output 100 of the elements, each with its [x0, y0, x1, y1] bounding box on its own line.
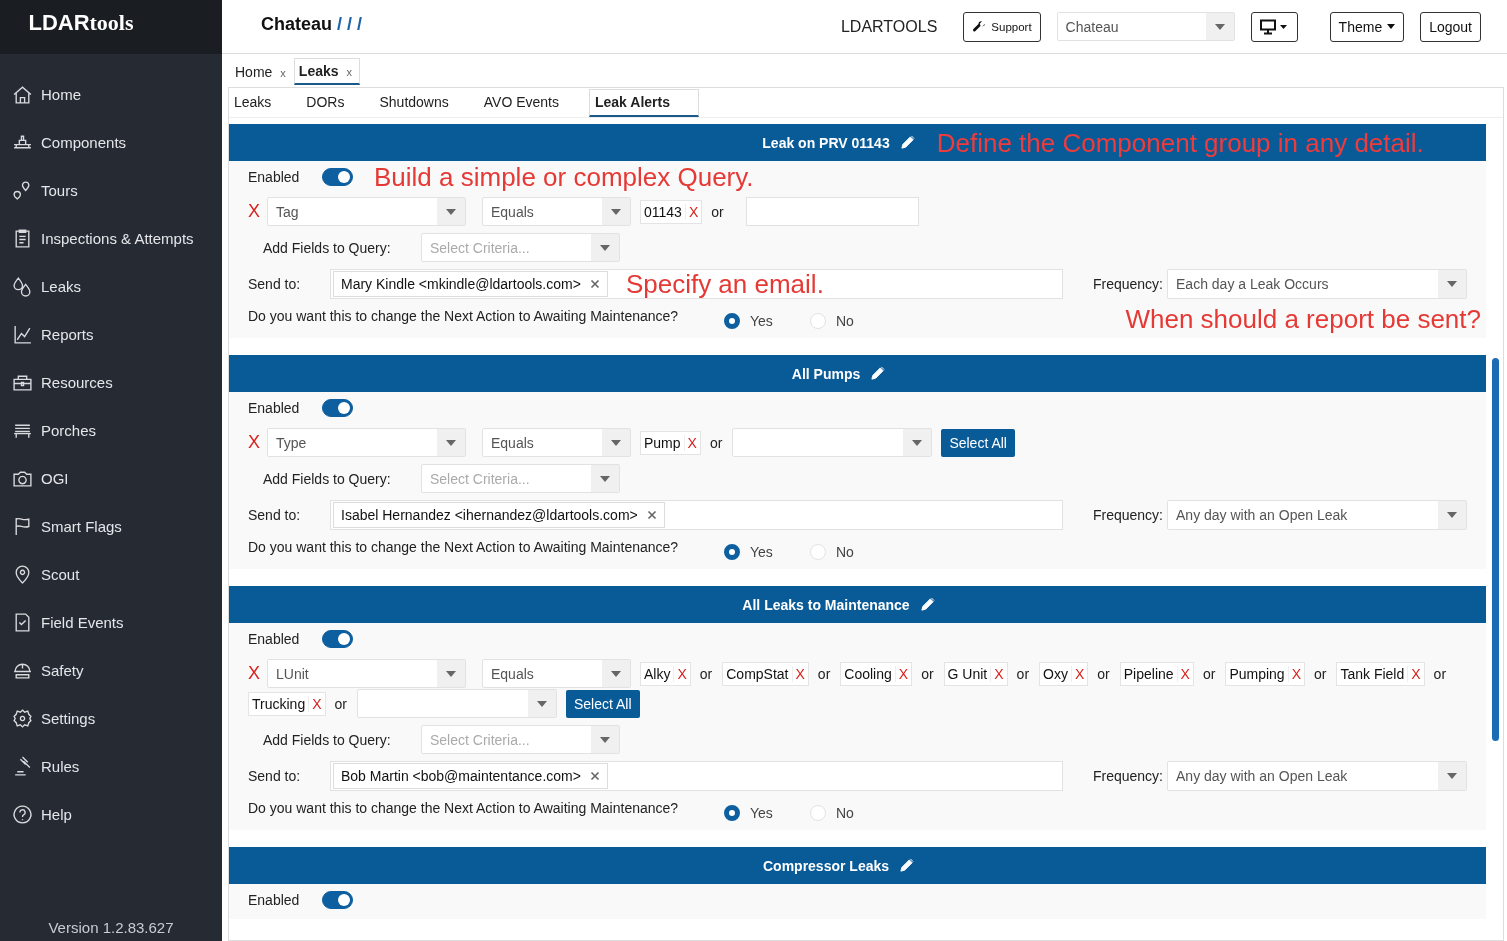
close-icon[interactable]: [646, 510, 657, 520]
section-tab[interactable]: DORs: [301, 94, 375, 117]
close-icon[interactable]: [589, 771, 600, 781]
sidebar-item[interactable]: Resources: [0, 358, 222, 406]
card-title: Compressor Leaks: [762, 857, 890, 874]
site-select[interactable]: Chateau: [1056, 12, 1235, 41]
section-tab[interactable]: Shutdowns: [374, 94, 479, 117]
remove-condition-button[interactable]: X: [248, 663, 258, 684]
value-input[interactable]: [745, 197, 919, 226]
chip-remove-button[interactable]: X: [308, 695, 325, 712]
or-text: or: [711, 203, 724, 220]
frequency-label: Frequency:: [1092, 768, 1163, 784]
theme-menu-button[interactable]: Theme: [1329, 11, 1405, 42]
enabled-toggle[interactable]: [322, 891, 353, 909]
house-icon: [12, 83, 33, 105]
page-tab[interactable]: Leaks x: [293, 58, 361, 85]
chip-remove-button[interactable]: X: [894, 665, 912, 682]
sidebar-item[interactable]: Leaks: [0, 262, 222, 310]
radio-button[interactable]: [724, 544, 740, 560]
operator-select[interactable]: Equals: [482, 659, 631, 688]
pencil-icon[interactable]: [919, 597, 935, 612]
sidebar-item[interactable]: Inspections & Attempts: [0, 214, 222, 262]
or-text: or: [709, 434, 723, 451]
pencil-icon[interactable]: [899, 858, 915, 873]
enabled-toggle[interactable]: [322, 168, 353, 186]
select-all-button[interactable]: Select All: [941, 428, 1015, 457]
sidebar-item[interactable]: Porches: [0, 406, 222, 454]
display-menu-button[interactable]: [1250, 11, 1298, 42]
pencil-icon[interactable]: [870, 366, 886, 381]
sidebar-item[interactable]: Tours: [0, 166, 222, 214]
field-select[interactable]: Type: [267, 428, 466, 457]
frequency-select[interactable]: Any day with an Open Leak: [1167, 500, 1467, 530]
chip-remove-button[interactable]: X: [683, 434, 700, 451]
pencil-icon[interactable]: [899, 135, 915, 150]
chip-remove-button[interactable]: X: [673, 665, 690, 682]
sidebar-item[interactable]: Reports: [0, 310, 222, 358]
chip-remove-button[interactable]: X: [1287, 665, 1304, 682]
logo: LDARtools: [28, 10, 134, 36]
radio-option[interactable]: Yes: [724, 805, 810, 821]
enabled-toggle[interactable]: [322, 399, 353, 417]
logout-button[interactable]: Logout: [1420, 11, 1481, 42]
sidebar-item[interactable]: OGI: [0, 454, 222, 502]
field-select[interactable]: LUnit: [267, 659, 466, 688]
page-tab[interactable]: Home x: [230, 59, 294, 85]
operator-select[interactable]: Equals: [482, 197, 631, 226]
section-tab[interactable]: Leaks: [229, 94, 302, 117]
close-icon[interactable]: [589, 279, 600, 289]
radio-button[interactable]: [724, 805, 740, 821]
section-tab[interactable]: AVO Events: [478, 94, 589, 117]
card-title: All Pumps: [791, 365, 861, 382]
chip-label: Alky: [643, 665, 672, 682]
radio-button[interactable]: [724, 313, 740, 329]
remove-condition-button[interactable]: X: [248, 432, 258, 453]
radio-option[interactable]: Yes: [724, 313, 810, 329]
chip-remove-button[interactable]: X: [1407, 665, 1424, 682]
radio-option[interactable]: No: [810, 313, 896, 329]
add-fields-label: Add Fields to Query:: [263, 470, 392, 487]
field-select[interactable]: Tag: [267, 197, 466, 226]
chip-remove-button[interactable]: X: [684, 203, 702, 220]
remove-condition-button[interactable]: X: [248, 201, 258, 222]
chip-label: 01143: [643, 203, 683, 220]
send-to-label: Send to:: [248, 768, 302, 784]
email-field[interactable]: Isabel Hernandez <ihernandez@ldartools.com>: [330, 500, 1063, 530]
sidebar-item[interactable]: Safety: [0, 646, 222, 694]
enabled-label: Enabled: [248, 169, 301, 185]
email-field[interactable]: Bob Martin <bob@maintentance.com>: [330, 761, 1063, 791]
enabled-toggle[interactable]: [322, 630, 353, 648]
select-all-button[interactable]: Select All: [565, 689, 640, 718]
sidebar-item[interactable]: Help: [0, 790, 222, 838]
sidebar-item[interactable]: Scout: [0, 550, 222, 598]
or-text: or: [1097, 665, 1110, 682]
card-title: Leak on PRV 01143: [762, 134, 890, 151]
sidebar-item[interactable]: Components: [0, 118, 222, 166]
chip-label: Oxy: [1042, 665, 1069, 682]
question-text: Do you want this to change the Next Action to Awaiting Maintenance?: [248, 308, 680, 324]
enabled-label: Enabled: [248, 892, 301, 908]
version-text: Version 1.2.83.627: [47, 919, 175, 938]
chip-label: Tank Field: [1339, 665, 1406, 682]
operator-select[interactable]: Equals: [482, 428, 631, 457]
chip-remove-button[interactable]: X: [791, 665, 808, 682]
sidebar-item[interactable]: Smart Flags: [0, 502, 222, 550]
frequency-select[interactable]: Any day with an Open Leak: [1167, 761, 1467, 791]
recipient-chip: Mary Kindle <mkindle@ldartools.com>: [333, 271, 608, 297]
radio-option[interactable]: Yes: [724, 544, 810, 560]
chip-remove-button[interactable]: X: [1070, 665, 1088, 682]
radio-option[interactable]: No: [810, 544, 896, 560]
sidebar-item[interactable]: Home: [0, 70, 222, 118]
or-text: or: [699, 665, 713, 682]
section-tab[interactable]: Leak Alerts: [589, 89, 699, 117]
frequency-select[interactable]: Each day a Leak Occurs: [1167, 269, 1467, 299]
chip-remove-button[interactable]: X: [1176, 665, 1193, 682]
sidebar-item[interactable]: Settings: [0, 694, 222, 742]
or-text: or: [1314, 665, 1327, 682]
radio-option[interactable]: No: [810, 805, 896, 821]
chip-remove-button[interactable]: X: [990, 665, 1007, 682]
email-field[interactable]: Mary Kindle <mkindle@ldartools.com> Specify an email.: [330, 269, 1063, 299]
sidebar-item[interactable]: Rules: [0, 742, 222, 790]
sidebar-item[interactable]: Field Events: [0, 598, 222, 646]
support-button[interactable]: Support: [963, 11, 1041, 42]
chip-label: G Unit: [946, 665, 989, 682]
